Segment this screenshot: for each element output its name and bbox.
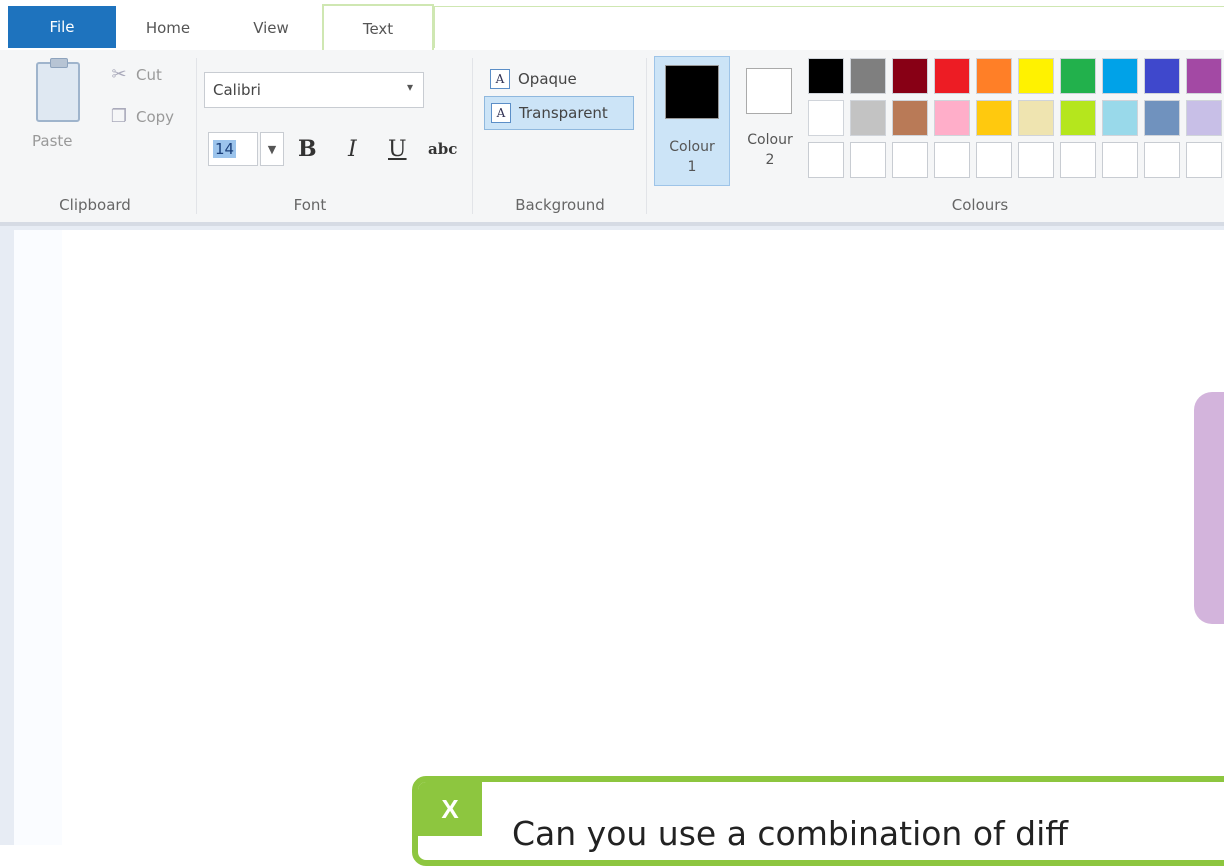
transparent-label: Transparent: [519, 104, 608, 122]
group-divider: [646, 58, 647, 214]
palette-swatch[interactable]: [976, 100, 1012, 136]
colour-2-button[interactable]: Colour 2: [732, 130, 808, 170]
palette-swatch[interactable]: [808, 142, 844, 178]
palette-swatch[interactable]: [934, 142, 970, 178]
italic-button[interactable]: I: [348, 134, 357, 164]
cut-label: Cut: [136, 65, 162, 84]
colour-1-label: Colour 1: [669, 139, 715, 175]
font-family-select[interactable]: Calibri ▾: [204, 72, 424, 108]
underline-button[interactable]: U: [388, 134, 407, 164]
palette-swatch[interactable]: [850, 58, 886, 94]
strikethrough-button[interactable]: abc: [428, 134, 457, 164]
canvas-margin: [14, 230, 62, 845]
cut-button[interactable]: ✂ Cut: [108, 64, 162, 85]
question-badge: X: [418, 782, 482, 836]
group-label-clipboard: Clipboard: [59, 196, 131, 214]
colour-2-swatch[interactable]: [746, 68, 792, 114]
font-size-value: 14: [213, 140, 237, 158]
palette-swatch[interactable]: [1102, 100, 1138, 136]
question-text: Can you use a combination of diff: [512, 814, 1068, 853]
palette-swatch[interactable]: [976, 58, 1012, 94]
palette-swatch[interactable]: [1186, 100, 1222, 136]
font-family-value: Calibri: [213, 81, 261, 99]
palette-swatch[interactable]: [1060, 58, 1096, 94]
group-label-font: Font: [293, 196, 327, 214]
tab-strip-border: [434, 6, 1224, 48]
drawing-canvas[interactable]: [14, 230, 1224, 845]
palette-swatch[interactable]: [1018, 142, 1054, 178]
chevron-down-icon: ▾: [406, 80, 413, 94]
palette-swatch[interactable]: [808, 100, 844, 136]
tab-text[interactable]: Text: [322, 4, 434, 51]
ribbon-tab-bar: File Home View Text: [0, 0, 1224, 51]
opaque-button[interactable]: A Opaque: [484, 62, 624, 96]
palette-swatch[interactable]: [1102, 58, 1138, 94]
palette-swatch[interactable]: [808, 58, 844, 94]
palette-swatch[interactable]: [1144, 100, 1180, 136]
group-label-colours: Colours: [951, 196, 1009, 214]
palette-swatch[interactable]: [1144, 58, 1180, 94]
palette-swatch[interactable]: [892, 142, 928, 178]
font-size-dropdown[interactable]: ▼: [260, 132, 284, 166]
group-divider: [472, 58, 473, 214]
palette-swatch[interactable]: [1060, 100, 1096, 136]
copy-label: Copy: [136, 107, 175, 126]
font-size-input[interactable]: 14: [208, 132, 258, 166]
palette-swatch[interactable]: [1018, 100, 1054, 136]
palette-swatch[interactable]: [850, 142, 886, 178]
copy-button[interactable]: ❐ Copy: [108, 106, 174, 127]
palette-swatch[interactable]: [1102, 142, 1138, 178]
palette-swatch[interactable]: [1186, 58, 1222, 94]
question-box: X Can you use a combination of diff: [412, 776, 1224, 866]
transparent-icon: A: [491, 103, 511, 123]
copy-icon: ❐: [110, 106, 128, 127]
palette-swatch[interactable]: [1018, 58, 1054, 94]
palette-swatch[interactable]: [1186, 142, 1222, 178]
opaque-label: Opaque: [518, 70, 577, 88]
opaque-icon: A: [490, 69, 510, 89]
bold-button[interactable]: B: [298, 134, 317, 164]
tab-view[interactable]: View: [220, 6, 322, 50]
palette-swatch[interactable]: [1060, 142, 1096, 178]
ribbon: Paste ✂ Cut ❐ Copy Clipboard Calibri ▾ 1…: [0, 50, 1224, 226]
palette-swatch[interactable]: [1144, 142, 1180, 178]
tab-home[interactable]: Home: [116, 6, 220, 50]
palette-swatch[interactable]: [934, 100, 970, 136]
group-label-background: Background: [515, 196, 605, 214]
palette-swatch[interactable]: [892, 58, 928, 94]
group-divider: [196, 58, 197, 214]
tab-file[interactable]: File: [8, 6, 116, 48]
palette-swatch[interactable]: [892, 100, 928, 136]
palette-swatch[interactable]: [976, 142, 1012, 178]
purple-callout-card: [1194, 392, 1224, 624]
scissors-icon: ✂: [111, 64, 127, 85]
colour-1-button[interactable]: Colour 1: [654, 56, 730, 186]
paste-button[interactable]: Paste: [32, 132, 73, 150]
palette-swatch[interactable]: [934, 58, 970, 94]
paste-icon[interactable]: [36, 58, 80, 122]
palette-swatch[interactable]: [850, 100, 886, 136]
transparent-button[interactable]: A Transparent: [484, 96, 634, 130]
colour-1-swatch: [665, 65, 719, 119]
